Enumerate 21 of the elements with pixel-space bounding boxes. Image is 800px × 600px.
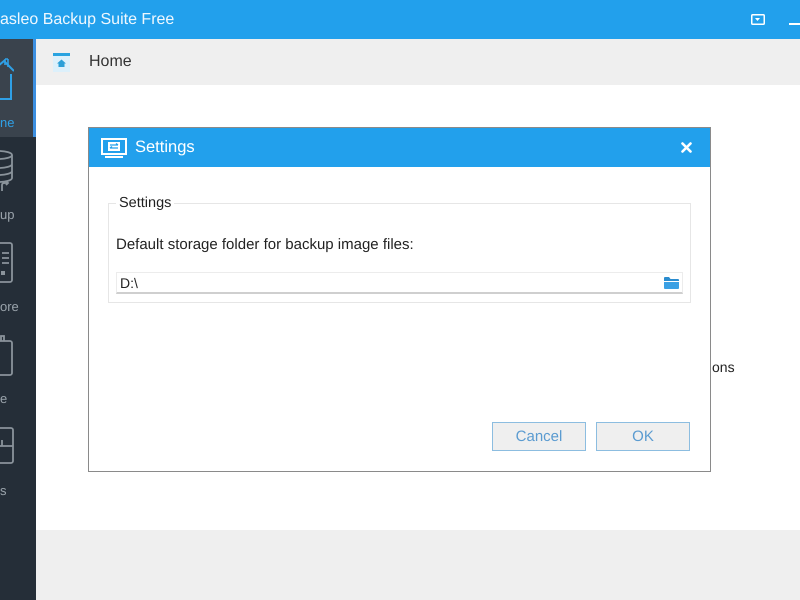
dialog-title: Settings	[135, 138, 195, 157]
monitor-icon	[101, 138, 127, 158]
field-label: Default storage folder for backup image files:	[116, 236, 415, 254]
home-icon	[53, 52, 70, 72]
house-icon	[0, 58, 14, 100]
page-title: Home	[89, 53, 132, 71]
sidebar-item[interactable]: ne	[0, 39, 36, 137]
partial-text: ons	[712, 359, 735, 375]
sidebar-item[interactable]: e	[0, 321, 36, 413]
sidebar-item[interactable]: s	[0, 413, 36, 505]
document-icon	[0, 242, 14, 284]
box-icon	[0, 334, 14, 376]
close-icon[interactable]	[681, 142, 692, 153]
folder-path-field[interactable]: D:\	[116, 272, 683, 294]
group-legend: Settings	[116, 194, 174, 212]
sidebar-item[interactable]: up	[0, 137, 36, 229]
sidebar-item[interactable]: ore	[0, 229, 36, 321]
menu-icon[interactable]	[751, 14, 765, 25]
folder-icon[interactable]	[664, 276, 679, 289]
database-icon	[0, 150, 14, 192]
window-title: asleo Backup Suite Free	[0, 10, 174, 28]
